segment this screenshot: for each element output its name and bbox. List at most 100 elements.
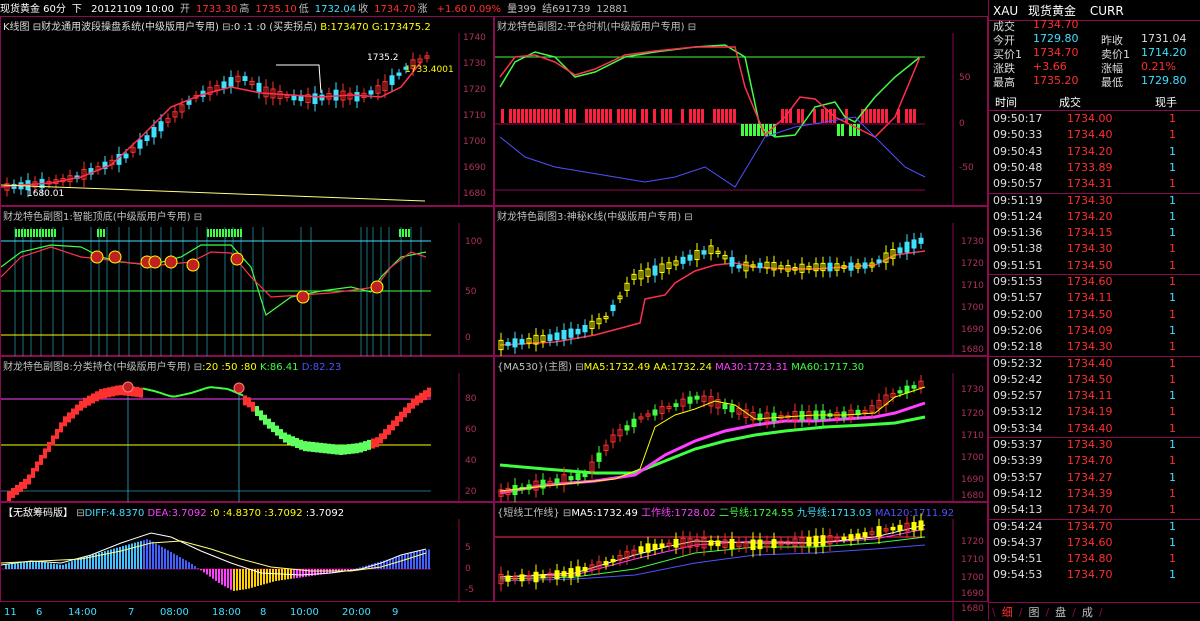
tick-row[interactable]: 09:50:171734.001 (989, 112, 1200, 130)
position-bar (387, 425, 391, 435)
exit-bar-red (513, 109, 516, 123)
candle-body (222, 82, 226, 88)
tick-price: 1734.19 (1067, 405, 1113, 418)
signal-dot (234, 383, 244, 393)
xaxis-label: 20:00 (342, 607, 371, 618)
top-signal-bar (219, 229, 221, 237)
tick-row[interactable]: 09:52:421734.501 (989, 373, 1200, 391)
tick-price: 1734.30 (1067, 194, 1113, 207)
smart-top-bottom-panel[interactable]: 财龙特色副图1:智能顶底(中级版用户专用) ⊟ 100 50 0 (0, 206, 494, 356)
position-bar (351, 444, 355, 454)
symbol-code: XAU (993, 4, 1018, 18)
main-candles (5, 52, 429, 198)
bar-low: 1732.04 (315, 4, 356, 15)
macd-bar (116, 548, 118, 569)
tick-row[interactable]: 09:52:321734.401 (989, 357, 1200, 375)
top-signal-bar (100, 229, 102, 237)
tick-row[interactable]: 09:51:571734.111 (989, 291, 1200, 309)
tick-volume: 1 (1169, 568, 1197, 581)
tab-trades[interactable]: 成 (1079, 603, 1096, 621)
position-class-panel[interactable]: 财龙特色副图8:分类持仓(中级版用户专用) ⊟:20 :50 :80 K:86.… (0, 356, 494, 502)
tick-volume: 1 (1169, 145, 1197, 158)
axis-tick: 1700 (961, 453, 984, 463)
bar-amount: 结691739 (542, 4, 590, 15)
tick-row[interactable]: 09:51:241734.201 (989, 210, 1200, 228)
tick-row[interactable]: 09:52:571734.111 (989, 389, 1200, 407)
axis-tick: 1680 (961, 491, 984, 501)
position-bar (315, 442, 319, 452)
macd-bar (74, 560, 76, 569)
macd-bar (236, 569, 238, 590)
tick-row[interactable]: 09:50:481733.891 (989, 161, 1200, 179)
top-signal-bar (18, 229, 20, 237)
tick-price: 1734.39 (1067, 487, 1113, 500)
tick-price: 1734.11 (1067, 389, 1113, 402)
signal-dot (165, 256, 177, 268)
xaxis-label: 6 (36, 607, 42, 618)
tick-time: 09:54:12 (993, 487, 1042, 500)
tick-row[interactable]: 09:54:241734.701 (989, 520, 1200, 538)
tick-row[interactable]: 09:53:571734.271 (989, 471, 1200, 489)
candle-body (583, 474, 587, 477)
candle-body (688, 397, 692, 403)
tick-row[interactable]: 09:51:191734.301 (989, 194, 1200, 212)
exit-timing-panel[interactable]: 财龙特色副图2:平仓时机(中级版用户专用) ⊟ 50 0 -50 (494, 16, 988, 206)
macd-bar (50, 563, 52, 569)
exit-bar-green (749, 124, 752, 136)
exit-bar-red (665, 109, 668, 123)
candle-body (604, 562, 608, 565)
tick-row[interactable]: 09:51:531734.601 (989, 275, 1200, 293)
short-work-panel[interactable]: {短线工作线} ⊟MA5:1732.49 工作线:1728.02 二号线:172… (494, 502, 988, 602)
tick-time: 09:51:51 (993, 259, 1042, 272)
open-price: 1729.80 (1033, 32, 1079, 45)
ma530-panel[interactable]: {MA530}(主图) ⊟MA5:1732.49 AA:1732.24 MA30… (494, 356, 988, 502)
tick-time: 09:53:57 (993, 471, 1042, 484)
signal-dot (297, 291, 309, 303)
candle-body (856, 534, 860, 538)
exit-bar-red (533, 109, 536, 123)
candle-body (555, 571, 559, 579)
tick-row[interactable]: 09:54:121734.391 (989, 487, 1200, 505)
candle-body (905, 386, 909, 392)
tick-header-time: 时间 (995, 94, 1017, 110)
main-kline-panel[interactable]: K线图 ⊟财龙通用波段操盘系统(中级版用户专用) ⊟:0 :1 :0 (买卖拐点… (0, 16, 494, 206)
position-bar (107, 387, 111, 397)
tick-time: 09:51:36 (993, 226, 1042, 239)
tick-volume: 1 (1169, 438, 1197, 451)
candle-body (576, 567, 580, 576)
axis-tick: 0 (959, 119, 965, 129)
tick-time: 09:53:39 (993, 454, 1042, 467)
position-bar (295, 438, 299, 448)
tab-book[interactable]: 盘 (1052, 603, 1069, 621)
tick-row[interactable]: 09:53:391734.701 (989, 454, 1200, 472)
tick-row[interactable]: 09:52:001734.501 (989, 308, 1200, 326)
macd-panel[interactable]: 【无敌筹码版】 ⊟DIFF:4.8370 DEA:3.7092 :0 :4.83… (0, 502, 494, 602)
candle-body (877, 527, 881, 537)
exit-bar-red (881, 109, 884, 123)
tick-row[interactable]: 09:53:121734.191 (989, 405, 1200, 423)
tab-chart[interactable]: 图 (1025, 603, 1042, 621)
top-signal-bar (36, 229, 38, 237)
tick-price: 1734.40 (1067, 422, 1113, 435)
tick-row[interactable]: 09:53:371734.301 (989, 438, 1200, 456)
tick-row[interactable]: 09:54:531734.701 (989, 568, 1200, 586)
ma-line (1, 62, 421, 187)
tick-row[interactable]: 09:51:361734.151 (989, 226, 1200, 244)
signal-dot (149, 256, 161, 268)
tick-row[interactable]: 09:54:511734.801 (989, 552, 1200, 570)
tick-row[interactable]: 09:50:331734.401 (989, 128, 1200, 146)
tab-detail[interactable]: 细 (999, 603, 1016, 621)
candle-body (912, 240, 916, 248)
low-price: 1729.80 (1141, 74, 1187, 87)
tick-volume: 1 (1169, 308, 1197, 321)
tick-row[interactable]: 09:51:381734.301 (989, 242, 1200, 260)
mystery-kline-panel[interactable]: 财龙特色副图3:神秘K线(中级版用户专用) ⊟ 1730 1720 1710 1… (494, 206, 988, 356)
macd-bar (161, 547, 163, 569)
candle-body (243, 77, 247, 81)
tick-row[interactable]: 09:54:371734.601 (989, 536, 1200, 554)
tick-row[interactable]: 09:52:061734.091 (989, 324, 1200, 342)
candle-body (730, 539, 734, 548)
tick-row[interactable]: 09:50:431734.201 (989, 145, 1200, 163)
instrument-title: 现货黄金 60分 (0, 4, 66, 15)
macd-bar (47, 563, 49, 569)
